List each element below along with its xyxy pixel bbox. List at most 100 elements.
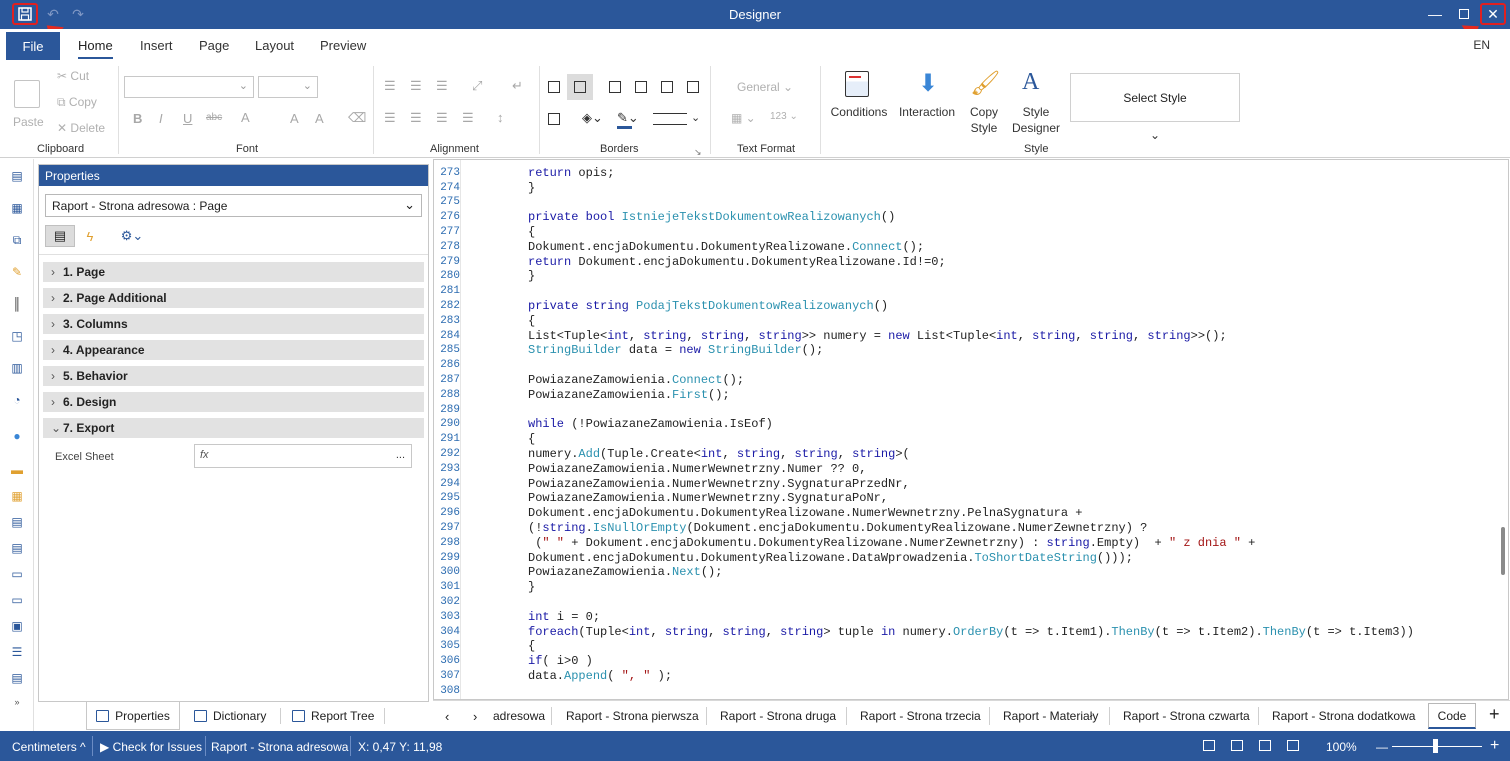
toolbox-component-4-icon[interactable]: ▤ bbox=[9, 541, 25, 555]
view-page-icon[interactable] bbox=[1231, 740, 1243, 751]
align-center-icon[interactable]: ☰ bbox=[410, 110, 422, 126]
font-size-combo[interactable] bbox=[258, 76, 318, 98]
category-appearance[interactable]: › 4. Appearance bbox=[43, 340, 424, 360]
category-design[interactable]: › 6. Design bbox=[43, 392, 424, 412]
select-style-gallery[interactable]: Select Style bbox=[1070, 73, 1240, 122]
tab-insert[interactable]: Insert bbox=[140, 38, 173, 53]
border-right-icon[interactable] bbox=[635, 81, 647, 93]
toolbox-component-8-icon[interactable]: ☰ bbox=[9, 645, 25, 659]
vertical-scrollbar[interactable] bbox=[1501, 527, 1505, 575]
page-tab-pierwsza[interactable]: Raport - Strona pierwsza bbox=[566, 709, 699, 723]
toolbox-cross-band-icon[interactable]: ▦ bbox=[9, 201, 25, 215]
copy-style-button[interactable]: 🖌 Copy Style bbox=[962, 68, 1006, 138]
scroll-tabs-left-icon[interactable]: ‹ bbox=[445, 709, 449, 724]
copy-button[interactable]: ⧉ Copy bbox=[57, 95, 97, 110]
interaction-button[interactable]: ⬇ Interaction bbox=[896, 68, 958, 128]
border-color-icon[interactable]: ✎⌄ bbox=[617, 110, 639, 126]
line-spacing-icon[interactable]: ↕ bbox=[497, 110, 504, 125]
units-selector[interactable]: Centimeters ^ bbox=[12, 740, 86, 754]
toolbox-text-icon[interactable]: ✎ bbox=[9, 265, 25, 279]
toolbox-more-icon[interactable]: » bbox=[9, 695, 25, 709]
number-format-icon[interactable]: 123 ⌄ bbox=[770, 111, 798, 122]
page-tab-adresowa[interactable]: adresowa bbox=[493, 709, 545, 723]
toolbox-component-3-icon[interactable]: ▤ bbox=[9, 515, 25, 529]
tab-page[interactable]: Page bbox=[199, 38, 229, 53]
align-right-icon[interactable]: ☰ bbox=[436, 110, 448, 126]
category-behavior[interactable]: › 5. Behavior bbox=[43, 366, 424, 386]
border-none-icon[interactable] bbox=[548, 113, 560, 125]
shrink-font-icon[interactable]: A bbox=[315, 111, 324, 126]
tab-home[interactable]: Home bbox=[78, 38, 113, 59]
component-selector[interactable]: Raport - Strona adresowa : Page bbox=[45, 194, 422, 217]
style-gallery-expand-icon[interactable]: ⌄ bbox=[1150, 128, 1160, 142]
cut-button[interactable]: ✂ Cut bbox=[57, 69, 89, 83]
fill-color-icon[interactable]: ◈⌄ bbox=[582, 110, 603, 126]
settings-dropdown[interactable]: ⚙⌄ bbox=[117, 225, 147, 247]
category-page[interactable]: › 1. Page bbox=[43, 262, 424, 282]
align-bottom-icon[interactable]: ☰ bbox=[436, 78, 448, 94]
text-angle-icon[interactable]: ⤢ bbox=[472, 78, 482, 94]
view-multi-icon[interactable] bbox=[1287, 740, 1299, 751]
align-top-icon[interactable]: ☰ bbox=[384, 78, 396, 94]
italic-icon[interactable]: I bbox=[159, 111, 163, 126]
view-normal-icon[interactable] bbox=[1203, 740, 1215, 751]
category-page-additional[interactable]: › 2. Page Additional bbox=[43, 288, 424, 308]
underline-icon[interactable]: U bbox=[183, 111, 192, 126]
code-tab[interactable]: Code bbox=[1428, 703, 1476, 729]
paste-button[interactable]: Paste bbox=[10, 76, 44, 132]
check-issues-button[interactable]: ▶ Check for Issues bbox=[100, 740, 202, 754]
page-tab-czwarta[interactable]: Raport - Strona czwarta bbox=[1123, 709, 1250, 723]
page-tab-materialy[interactable]: Raport - Materiały bbox=[1003, 709, 1098, 723]
tab-report-tree[interactable]: Report Tree bbox=[292, 702, 374, 730]
grow-font-icon[interactable]: A bbox=[290, 111, 299, 126]
justify-icon[interactable]: ☰ bbox=[462, 110, 474, 126]
toolbox-chart-icon[interactable]: ▥ bbox=[9, 361, 25, 375]
close-button[interactable]: ✕ bbox=[1480, 3, 1506, 25]
add-page-button[interactable]: + bbox=[1489, 704, 1500, 725]
wrap-text-icon[interactable]: ↵ bbox=[512, 78, 523, 94]
properties-view-button[interactable]: ▤ bbox=[45, 225, 75, 247]
border-top-icon[interactable] bbox=[661, 81, 673, 93]
strikethrough-icon[interactable]: abc bbox=[206, 112, 222, 123]
eraser-icon[interactable]: ⌫ bbox=[348, 110, 366, 126]
toolbox-map-icon[interactable]: ● bbox=[9, 429, 25, 443]
tab-dictionary[interactable]: Dictionary bbox=[194, 702, 266, 730]
style-designer-button[interactable]: A Style Designer bbox=[1010, 68, 1062, 138]
view-fit-icon[interactable] bbox=[1259, 740, 1271, 751]
align-left-icon[interactable]: ☰ bbox=[384, 110, 396, 126]
page-tab-druga[interactable]: Raport - Strona druga bbox=[720, 709, 836, 723]
minimize-button[interactable]: — bbox=[1422, 3, 1448, 25]
toolbox-shape-icon[interactable]: ◳ bbox=[9, 329, 25, 343]
border-outside-icon[interactable] bbox=[574, 81, 586, 93]
page-tab-dodatkowa[interactable]: Raport - Strona dodatkowa bbox=[1272, 709, 1415, 723]
ellipsis-button[interactable]: ... bbox=[396, 449, 405, 461]
events-button[interactable]: ϟ bbox=[79, 225, 101, 247]
border-style-icon[interactable] bbox=[653, 113, 687, 125]
category-columns[interactable]: › 3. Columns bbox=[43, 314, 424, 334]
tab-layout[interactable]: Layout bbox=[255, 38, 294, 53]
toolbox-component-9-icon[interactable]: ▤ bbox=[9, 671, 25, 685]
bold-icon[interactable]: B bbox=[133, 111, 142, 126]
toolbox-component-5-icon[interactable]: ▭ bbox=[9, 567, 25, 581]
toolbox-component-1-icon[interactable]: ▬ bbox=[9, 463, 25, 477]
toolbox-component-2-icon[interactable]: ▦ bbox=[9, 489, 25, 503]
toolbox-component-6-icon[interactable]: ▭ bbox=[9, 593, 25, 607]
tab-properties[interactable]: Properties bbox=[86, 702, 180, 730]
code-editor[interactable]: 272 273 return opis; 274} 275 276 private bool… bbox=[433, 159, 1509, 700]
border-all-icon[interactable] bbox=[548, 81, 560, 93]
tab-preview[interactable]: Preview bbox=[320, 38, 366, 53]
delete-button[interactable]: ✕ Delete bbox=[57, 121, 105, 135]
language-selector[interactable]: EN bbox=[1473, 38, 1490, 52]
file-tab[interactable]: File bbox=[6, 32, 60, 60]
toolbox-component-7-icon[interactable]: ▣ bbox=[9, 619, 25, 633]
zoom-in-button[interactable]: + bbox=[1490, 737, 1499, 755]
category-export[interactable]: ⌄ 7. Export bbox=[43, 418, 424, 438]
toolbox-gauge-icon[interactable]: ◔ bbox=[9, 393, 25, 407]
border-bottom-icon[interactable] bbox=[687, 81, 699, 93]
toolbox-container-icon[interactable]: ⧉ bbox=[9, 233, 25, 247]
conditions-button[interactable]: Conditions bbox=[828, 68, 890, 128]
border-left-icon[interactable] bbox=[609, 81, 621, 93]
toolbox-band-icon[interactable]: ▤ bbox=[9, 169, 25, 183]
page-tab-trzecia[interactable]: Raport - Strona trzecia bbox=[860, 709, 981, 723]
scroll-tabs-right-icon[interactable]: › bbox=[473, 709, 477, 724]
